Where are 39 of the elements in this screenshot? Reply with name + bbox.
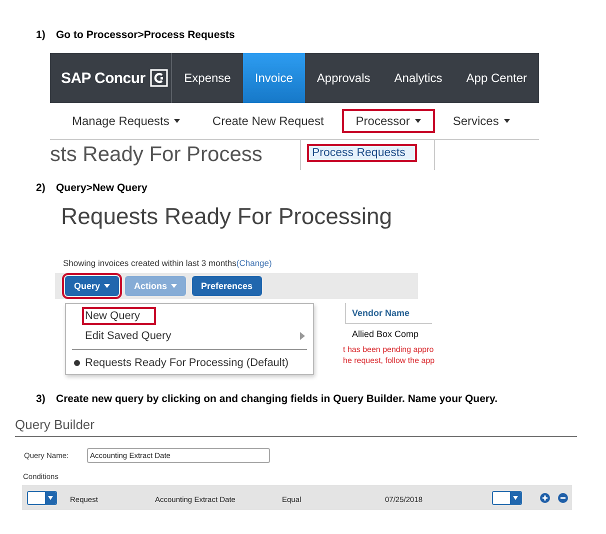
logo-icon [150, 69, 168, 87]
nav-tab[interactable]: Analytics [382, 53, 454, 103]
remove-icon[interactable] [558, 492, 568, 502]
subnav-menu[interactable]: Create New Request [198, 109, 338, 133]
section-title: Query Builder [15, 417, 577, 437]
table-cell: Allied Box Comp [352, 329, 419, 339]
warning-text: t has been pending appro [343, 344, 435, 355]
subnav-menu[interactable]: Processor [342, 109, 435, 133]
step-instruction: Go to Processor>Process Requests [56, 29, 235, 42]
subnav-menu[interactable]: Services [438, 109, 524, 133]
page-heading: sts Ready For Process [50, 142, 262, 168]
toolbar-button[interactable]: Query [65, 276, 120, 296]
warning-text: he request, follow the app [343, 355, 435, 366]
menu-item[interactable]: Requests Ready For Processing (Default) [82, 354, 305, 372]
filter-text: Showing invoices created within last 3 months(Change) [63, 258, 273, 268]
step-number: 3) [36, 393, 46, 406]
nav-tab[interactable]: Invoice [242, 53, 305, 103]
toolbar-button[interactable]: Preferences [192, 276, 262, 296]
submenu-arrow-icon [300, 332, 305, 340]
nav-tab[interactable]: Approvals [304, 53, 382, 103]
change-link[interactable]: (Change) [236, 258, 272, 268]
nav-tab[interactable]: App Center [454, 53, 539, 103]
menu-item[interactable]: Process Requests [307, 144, 417, 162]
caret-icon [513, 496, 518, 500]
step-number: 2) [36, 182, 46, 195]
page-title: Requests Ready For Processing [61, 202, 394, 231]
select-dropdown[interactable] [492, 490, 522, 504]
step-number: 1) [36, 29, 46, 42]
menu-item[interactable]: New Query [82, 307, 156, 325]
column-header[interactable]: Vendor Name [345, 303, 432, 324]
add-icon[interactable] [540, 492, 550, 502]
select-dropdown[interactable] [27, 490, 57, 504]
nav-tab[interactable]: Expense [172, 53, 243, 103]
step-instruction: Create new query by clicking on and changing fields in Query Builder. Name your Query. [56, 393, 498, 406]
menu-item[interactable]: Edit Saved Query [82, 327, 188, 345]
brand-name: SAP Concur [61, 70, 146, 86]
step-instruction: Query>New Query [56, 182, 148, 195]
caret-icon [48, 496, 53, 500]
subnav-menu[interactable]: Manage Requests [58, 109, 194, 133]
